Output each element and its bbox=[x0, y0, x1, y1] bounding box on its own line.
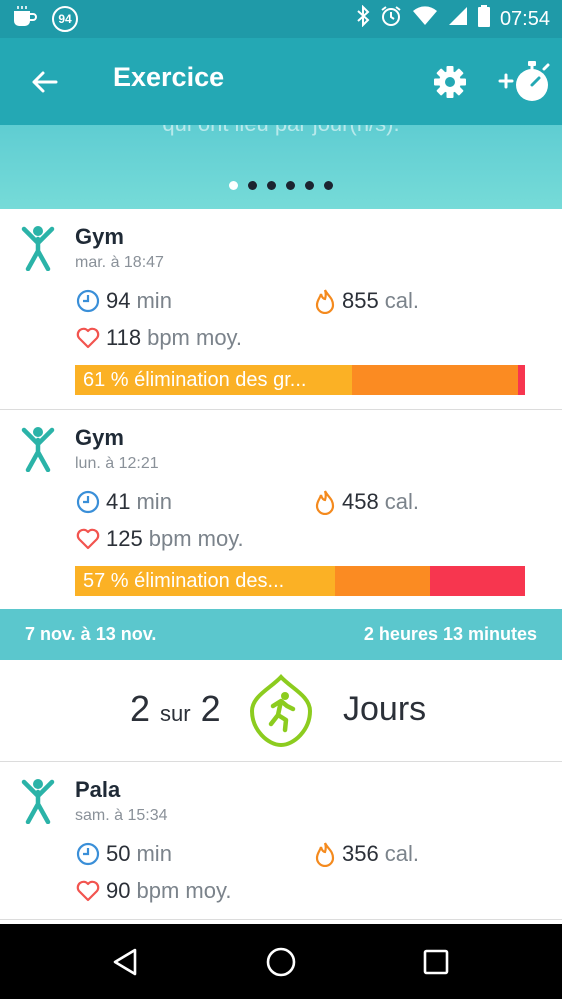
square-recents-icon bbox=[423, 949, 449, 975]
page-dot[interactable] bbox=[248, 181, 257, 190]
duration-value: 94 bbox=[106, 288, 131, 313]
activity-name: Gym bbox=[75, 425, 124, 450]
summary-carousel[interactable]: qui ont lieu par jour(h/s). bbox=[0, 125, 562, 209]
notification-badge: 94 bbox=[52, 6, 78, 32]
nav-home-button[interactable] bbox=[261, 942, 301, 982]
calories-stat: 356 cal. bbox=[314, 841, 419, 867]
duration-value: 50 bbox=[106, 841, 131, 866]
calories-unit: cal. bbox=[384, 489, 419, 514]
page-dot[interactable] bbox=[324, 181, 333, 190]
days-count: 2 sur 2 bbox=[130, 688, 221, 730]
exercise-goal-badge-icon bbox=[249, 674, 313, 748]
activity-name: Pala bbox=[75, 777, 121, 802]
days-label: Jours bbox=[343, 690, 427, 728]
stopwatch-plus-icon bbox=[498, 61, 550, 101]
days-separator: sur bbox=[160, 701, 191, 726]
clock-icon bbox=[76, 842, 100, 866]
calories-unit: cal. bbox=[384, 288, 419, 313]
duration-stat: 94 min bbox=[76, 288, 172, 314]
flame-icon bbox=[315, 289, 335, 314]
calories-value: 458 bbox=[342, 489, 379, 514]
arrow-left-icon bbox=[32, 71, 58, 93]
duration-unit: min bbox=[136, 489, 172, 514]
activity-card[interactable]: Gym mar. à 18:47 94 min 855 cal. 118 bpm… bbox=[0, 209, 562, 410]
circle-home-icon bbox=[266, 947, 296, 977]
activity-datetime: sam. à 15:34 bbox=[75, 807, 168, 824]
activity-card[interactable]: Pala sam. à 15:34 50 min 356 cal. 90 bpm… bbox=[0, 762, 562, 920]
zone-segment-cardio bbox=[351, 365, 519, 395]
page-dot[interactable] bbox=[229, 181, 238, 190]
app-bar: Exercice bbox=[0, 38, 562, 125]
flame-icon bbox=[315, 490, 335, 515]
zone-segment-peak bbox=[430, 566, 525, 596]
heart-rate-stat: 125 bpm moy. bbox=[76, 526, 244, 552]
activity-card[interactable]: Gym lun. à 12:21 41 min 458 cal. 125 bpm… bbox=[0, 410, 562, 609]
heart-zone-bar: 57 % élimination des... bbox=[75, 566, 525, 596]
heart-rate-value: 118 bbox=[106, 325, 142, 350]
week-total-duration: 2 heures 13 minutes bbox=[363, 624, 537, 644]
calories-value: 855 bbox=[342, 288, 379, 313]
heart-rate-unit: bpm moy. bbox=[148, 526, 244, 551]
status-bar: 94 07:54 bbox=[0, 0, 562, 38]
page-indicator bbox=[0, 181, 562, 190]
exercise-figure-icon bbox=[21, 779, 55, 824]
days-goal-summary[interactable]: 2 sur 2 Jours bbox=[0, 660, 562, 762]
zone-label: 61 % élimination des gr... bbox=[83, 369, 307, 391]
days-done: 2 bbox=[130, 688, 151, 729]
duration-unit: min bbox=[136, 288, 172, 313]
heart-rate-unit: bpm moy. bbox=[147, 325, 243, 350]
wifi-icon bbox=[412, 6, 438, 32]
heart-rate-stat: 118 bpm moy. bbox=[76, 325, 242, 351]
clock-icon bbox=[76, 490, 100, 514]
gear-icon bbox=[434, 66, 466, 98]
add-timer-button[interactable] bbox=[498, 56, 554, 108]
duration-unit: min bbox=[136, 841, 172, 866]
nav-back-button[interactable] bbox=[105, 942, 145, 982]
signal-icon bbox=[448, 6, 468, 32]
heart-rate-unit: bpm moy. bbox=[136, 878, 232, 903]
activity-datetime: lun. à 12:21 bbox=[75, 455, 159, 472]
heart-rate-value: 90 bbox=[106, 878, 131, 903]
heart-icon bbox=[76, 880, 100, 902]
flame-icon bbox=[315, 842, 335, 867]
system-nav-bar bbox=[0, 924, 562, 999]
week-header: 7 nov. à 13 nov. 2 heures 13 minutes bbox=[0, 609, 562, 660]
exercise-figure-icon bbox=[21, 226, 55, 271]
page-dot[interactable] bbox=[267, 181, 276, 190]
zone-segment-cardio bbox=[335, 566, 431, 596]
heart-rate-stat: 90 bpm moy. bbox=[76, 878, 231, 904]
heart-zone-bar: 61 % élimination des gr... bbox=[75, 365, 525, 395]
heart-rate-value: 125 bbox=[106, 526, 143, 551]
calories-stat: 855 cal. bbox=[314, 288, 419, 314]
zone-segment-peak bbox=[518, 365, 525, 395]
week-range: 7 nov. à 13 nov. bbox=[25, 624, 157, 644]
heart-icon bbox=[76, 528, 100, 550]
page-dot[interactable] bbox=[305, 181, 314, 190]
days-goal: 2 bbox=[200, 688, 221, 729]
settings-button[interactable] bbox=[428, 60, 472, 104]
activity-name: Gym bbox=[75, 224, 124, 249]
duration-stat: 41 min bbox=[76, 489, 172, 515]
page-dot[interactable] bbox=[286, 181, 295, 190]
triangle-back-icon bbox=[113, 948, 137, 976]
duration-value: 41 bbox=[106, 489, 131, 514]
heart-icon bbox=[76, 327, 100, 349]
coffee-cup-icon bbox=[12, 5, 38, 34]
duration-stat: 50 min bbox=[76, 841, 172, 867]
clock-icon bbox=[76, 289, 100, 313]
back-button[interactable] bbox=[22, 60, 66, 104]
nav-recents-button[interactable] bbox=[416, 942, 456, 982]
calories-stat: 458 cal. bbox=[314, 489, 419, 515]
carousel-text: qui ont lieu par jour(h/s). bbox=[0, 125, 562, 137]
zone-label: 57 % élimination des... bbox=[83, 570, 285, 592]
battery-icon bbox=[477, 5, 490, 33]
alarm-clock-icon bbox=[380, 5, 402, 33]
activity-datetime: mar. à 18:47 bbox=[75, 254, 164, 271]
exercise-figure-icon bbox=[21, 427, 55, 472]
calories-value: 356 bbox=[342, 841, 379, 866]
clock-time: 07:54 bbox=[499, 7, 550, 30]
bluetooth-icon bbox=[356, 4, 370, 33]
calories-unit: cal. bbox=[384, 841, 419, 866]
page-title: Exercice bbox=[113, 62, 225, 92]
